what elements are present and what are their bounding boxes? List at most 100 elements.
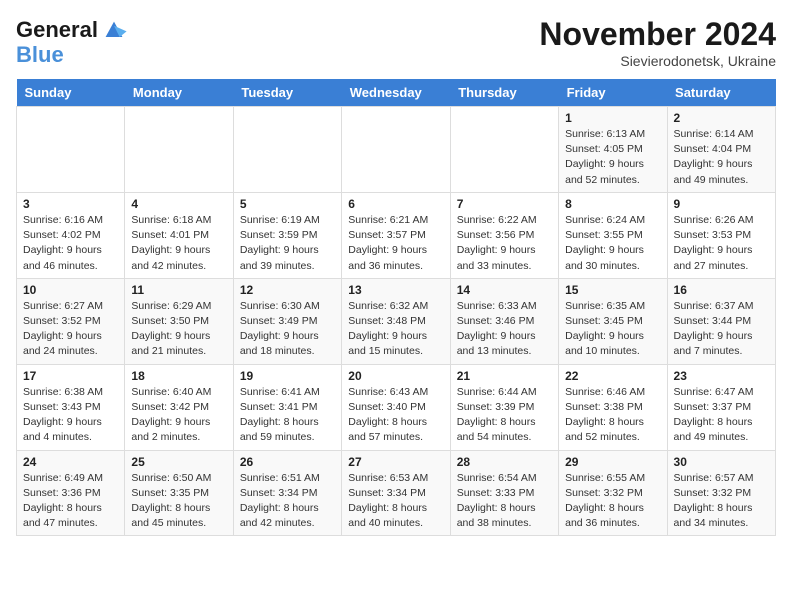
calendar-day-cell: 19 Sunrise: 6:41 AM Sunset: 3:41 PM Dayli… [233, 364, 341, 450]
empty-day-cell [125, 107, 233, 193]
day-info: Sunrise: 6:54 AM Sunset: 3:33 PM Dayligh… [457, 471, 552, 532]
calendar-day-cell: 25 Sunrise: 6:50 AM Sunset: 3:35 PM Dayli… [125, 450, 233, 536]
day-of-week-header: Monday [125, 79, 233, 107]
title-section: November 2024 Sievierodonetsk, Ukraine [539, 16, 776, 69]
day-number: 2 [674, 111, 769, 125]
page-header: General Blue November 2024 Sievierodonet… [16, 16, 776, 69]
day-info: Sunrise: 6:32 AM Sunset: 3:48 PM Dayligh… [348, 299, 443, 360]
day-info: Sunrise: 6:37 AM Sunset: 3:44 PM Dayligh… [674, 299, 769, 360]
calendar-day-cell: 14 Sunrise: 6:33 AM Sunset: 3:46 PM Dayli… [450, 278, 558, 364]
calendar-day-cell: 24Sunrise: 6:49 AM Sunset: 3:36 PM Dayli… [17, 450, 125, 536]
calendar-week-row: 24Sunrise: 6:49 AM Sunset: 3:36 PM Dayli… [17, 450, 776, 536]
calendar-day-cell: 20 Sunrise: 6:43 AM Sunset: 3:40 PM Dayli… [342, 364, 450, 450]
day-number: 23 [674, 369, 769, 383]
empty-day-cell [450, 107, 558, 193]
calendar-day-cell: 27 Sunrise: 6:53 AM Sunset: 3:34 PM Dayli… [342, 450, 450, 536]
day-info: Sunrise: 6:29 AM Sunset: 3:50 PM Dayligh… [131, 299, 226, 360]
day-number: 5 [240, 197, 335, 211]
day-info: Sunrise: 6:51 AM Sunset: 3:34 PM Dayligh… [240, 471, 335, 532]
logo-text-line1: General [16, 19, 98, 41]
day-info: Sunrise: 6:24 AM Sunset: 3:55 PM Dayligh… [565, 213, 660, 274]
day-number: 16 [674, 283, 769, 297]
calendar-day-cell: 3 Sunrise: 6:16 AM Sunset: 4:02 PM Daylig… [17, 192, 125, 278]
day-number: 19 [240, 369, 335, 383]
day-number: 11 [131, 283, 226, 297]
day-number: 29 [565, 455, 660, 469]
day-number: 28 [457, 455, 552, 469]
empty-day-cell [233, 107, 341, 193]
calendar-day-cell: 26 Sunrise: 6:51 AM Sunset: 3:34 PM Dayli… [233, 450, 341, 536]
calendar-day-cell: 29 Sunrise: 6:55 AM Sunset: 3:32 PM Dayli… [559, 450, 667, 536]
calendar-day-cell: 10 Sunrise: 6:27 AM Sunset: 3:52 PM Dayli… [17, 278, 125, 364]
day-number: 9 [674, 197, 769, 211]
day-info: Sunrise: 6:47 AM Sunset: 3:37 PM Dayligh… [674, 385, 769, 446]
calendar-day-cell: 16 Sunrise: 6:37 AM Sunset: 3:44 PM Dayli… [667, 278, 775, 364]
day-info: Sunrise: 6:35 AM Sunset: 3:45 PM Dayligh… [565, 299, 660, 360]
day-info: Sunrise: 6:55 AM Sunset: 3:32 PM Dayligh… [565, 471, 660, 532]
day-number: 3 [23, 197, 118, 211]
day-number: 1 [565, 111, 660, 125]
day-number: 14 [457, 283, 552, 297]
day-number: 10 [23, 283, 118, 297]
day-info: Sunrise: 6:41 AM Sunset: 3:41 PM Dayligh… [240, 385, 335, 446]
empty-day-cell [342, 107, 450, 193]
day-number: 12 [240, 283, 335, 297]
calendar-day-cell: 23 Sunrise: 6:47 AM Sunset: 3:37 PM Dayli… [667, 364, 775, 450]
day-info: Sunrise: 6:57 AM Sunset: 3:32 PM Dayligh… [674, 471, 769, 532]
day-number: 18 [131, 369, 226, 383]
calendar-day-cell: 5 Sunrise: 6:19 AM Sunset: 3:59 PM Daylig… [233, 192, 341, 278]
calendar-header-row: SundayMondayTuesdayWednesdayThursdayFrid… [17, 79, 776, 107]
day-info: Sunrise: 6:50 AM Sunset: 3:35 PM Dayligh… [131, 471, 226, 532]
day-info: Sunrise: 6:40 AM Sunset: 3:42 PM Dayligh… [131, 385, 226, 446]
calendar-day-cell: 15Sunrise: 6:35 AM Sunset: 3:45 PM Dayli… [559, 278, 667, 364]
day-of-week-header: Tuesday [233, 79, 341, 107]
day-number: 13 [348, 283, 443, 297]
day-number: 24 [23, 455, 118, 469]
calendar-table: SundayMondayTuesdayWednesdayThursdayFrid… [16, 79, 776, 536]
day-info: Sunrise: 6:33 AM Sunset: 3:46 PM Dayligh… [457, 299, 552, 360]
day-number: 20 [348, 369, 443, 383]
day-number: 21 [457, 369, 552, 383]
calendar-day-cell: 22Sunrise: 6:46 AM Sunset: 3:38 PM Dayli… [559, 364, 667, 450]
day-info: Sunrise: 6:21 AM Sunset: 3:57 PM Dayligh… [348, 213, 443, 274]
calendar-day-cell: 6Sunrise: 6:21 AM Sunset: 3:57 PM Daylig… [342, 192, 450, 278]
day-info: Sunrise: 6:18 AM Sunset: 4:01 PM Dayligh… [131, 213, 226, 274]
calendar-day-cell: 18 Sunrise: 6:40 AM Sunset: 3:42 PM Dayli… [125, 364, 233, 450]
calendar-day-cell: 7Sunrise: 6:22 AM Sunset: 3:56 PM Daylig… [450, 192, 558, 278]
empty-day-cell [17, 107, 125, 193]
calendar-day-cell: 11 Sunrise: 6:29 AM Sunset: 3:50 PM Dayli… [125, 278, 233, 364]
calendar-day-cell: 17Sunrise: 6:38 AM Sunset: 3:43 PM Dayli… [17, 364, 125, 450]
calendar-day-cell: 21 Sunrise: 6:44 AM Sunset: 3:39 PM Dayli… [450, 364, 558, 450]
calendar-week-row: 3 Sunrise: 6:16 AM Sunset: 4:02 PM Daylig… [17, 192, 776, 278]
day-of-week-header: Sunday [17, 79, 125, 107]
calendar-day-cell: 1Sunrise: 6:13 AM Sunset: 4:05 PM Daylig… [559, 107, 667, 193]
calendar-day-cell: 9 Sunrise: 6:26 AM Sunset: 3:53 PM Daylig… [667, 192, 775, 278]
day-info: Sunrise: 6:26 AM Sunset: 3:53 PM Dayligh… [674, 213, 769, 274]
day-number: 8 [565, 197, 660, 211]
calendar-day-cell: 13 Sunrise: 6:32 AM Sunset: 3:48 PM Dayli… [342, 278, 450, 364]
day-number: 25 [131, 455, 226, 469]
day-info: Sunrise: 6:19 AM Sunset: 3:59 PM Dayligh… [240, 213, 335, 274]
day-of-week-header: Saturday [667, 79, 775, 107]
day-info: Sunrise: 6:43 AM Sunset: 3:40 PM Dayligh… [348, 385, 443, 446]
day-info: Sunrise: 6:22 AM Sunset: 3:56 PM Dayligh… [457, 213, 552, 274]
calendar-day-cell: 30Sunrise: 6:57 AM Sunset: 3:32 PM Dayli… [667, 450, 775, 536]
calendar-week-row: 1Sunrise: 6:13 AM Sunset: 4:05 PM Daylig… [17, 107, 776, 193]
day-info: Sunrise: 6:27 AM Sunset: 3:52 PM Dayligh… [23, 299, 118, 360]
month-title: November 2024 [539, 16, 776, 53]
calendar-day-cell: 4 Sunrise: 6:18 AM Sunset: 4:01 PM Daylig… [125, 192, 233, 278]
logo-text-line2: Blue [16, 44, 64, 66]
day-info: Sunrise: 6:53 AM Sunset: 3:34 PM Dayligh… [348, 471, 443, 532]
day-of-week-header: Thursday [450, 79, 558, 107]
day-number: 26 [240, 455, 335, 469]
calendar-day-cell: 8 Sunrise: 6:24 AM Sunset: 3:55 PM Daylig… [559, 192, 667, 278]
calendar-week-row: 10 Sunrise: 6:27 AM Sunset: 3:52 PM Dayli… [17, 278, 776, 364]
logo-icon [100, 16, 128, 44]
day-number: 4 [131, 197, 226, 211]
day-info: Sunrise: 6:16 AM Sunset: 4:02 PM Dayligh… [23, 213, 118, 274]
day-info: Sunrise: 6:46 AM Sunset: 3:38 PM Dayligh… [565, 385, 660, 446]
day-info: Sunrise: 6:44 AM Sunset: 3:39 PM Dayligh… [457, 385, 552, 446]
location-subtitle: Sievierodonetsk, Ukraine [539, 53, 776, 69]
day-of-week-header: Friday [559, 79, 667, 107]
day-number: 27 [348, 455, 443, 469]
